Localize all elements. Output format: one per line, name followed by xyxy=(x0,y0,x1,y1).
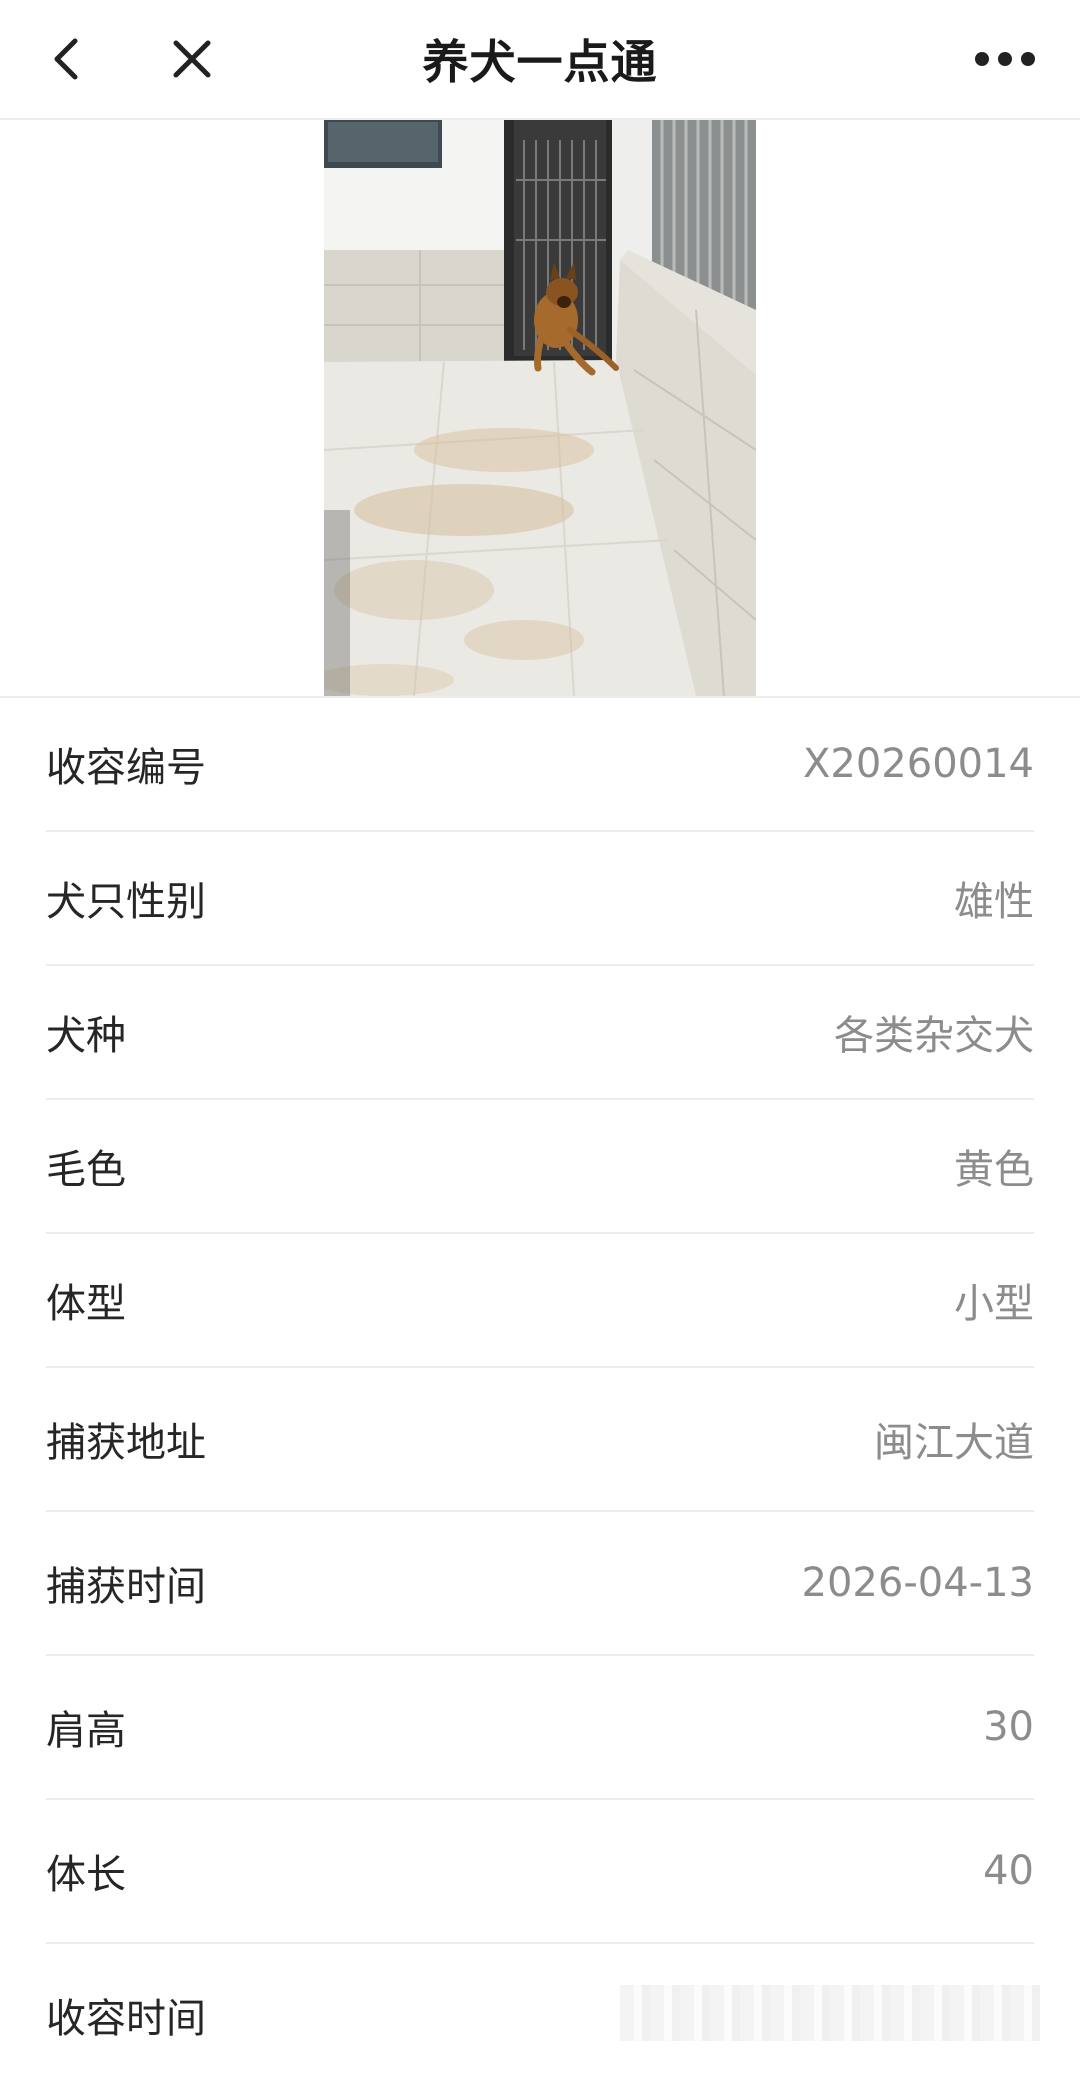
detail-label: 捕获时间 xyxy=(46,1564,206,1610)
detail-value: 2026-04-13 xyxy=(801,1560,1034,1606)
detail-label: 犬只性别 xyxy=(46,879,206,925)
photo-section xyxy=(0,120,1080,698)
detail-value: 各类杂交犬 xyxy=(834,1013,1034,1059)
chevron-left-icon xyxy=(54,38,78,80)
detail-value: 小型 xyxy=(954,1281,1034,1327)
detail-row-body-length: 体长 40 xyxy=(46,1800,1034,1944)
dog-detail-list: 收容编号 X20260014 犬只性别 雄性 犬种 各类杂交犬 毛色 黄色 体型… xyxy=(0,698,1080,2086)
detail-value: 30 xyxy=(983,1704,1034,1750)
detail-row-breed: 犬种 各类杂交犬 xyxy=(46,966,1034,1100)
detail-row-coat-color: 毛色 黄色 xyxy=(46,1100,1034,1234)
close-icon xyxy=(173,40,211,78)
detail-value: 闽江大道 xyxy=(874,1420,1034,1466)
close-button[interactable] xyxy=(157,24,227,94)
detail-value: 40 xyxy=(983,1848,1034,1894)
detail-row-capture-time: 捕获时间 2026-04-13 xyxy=(46,1512,1034,1656)
detail-label: 犬种 xyxy=(46,1013,126,1059)
detail-label: 肩高 xyxy=(46,1708,126,1754)
more-button[interactable] xyxy=(965,24,1045,94)
detail-value: 黄色 xyxy=(954,1147,1034,1193)
top-navigation-bar: 养犬一点通 xyxy=(0,0,1080,120)
detail-row-shoulder-height: 肩高 30 xyxy=(46,1656,1034,1800)
detail-row-body-size: 体型 小型 xyxy=(46,1234,1034,1368)
detail-row-capture-address: 捕获地址 闽江大道 xyxy=(46,1368,1034,1512)
more-dots-icon xyxy=(975,52,1035,66)
detail-label: 收容时间 xyxy=(46,1996,206,2042)
detail-label: 毛色 xyxy=(46,1147,126,1193)
detail-label: 收容编号 xyxy=(46,745,206,791)
detail-value: X20260014 xyxy=(803,741,1034,787)
detail-value: 雄性 xyxy=(954,879,1034,925)
detail-row-shelter-id: 收容编号 X20260014 xyxy=(46,698,1034,832)
dog-photo[interactable] xyxy=(324,120,756,696)
detail-label: 捕获地址 xyxy=(46,1420,206,1466)
obscured-value xyxy=(620,1985,1040,2041)
back-button[interactable] xyxy=(32,24,102,94)
detail-label: 体长 xyxy=(46,1852,126,1898)
dog-photo-image xyxy=(324,120,756,696)
detail-label: 体型 xyxy=(46,1281,126,1327)
detail-row-gender: 犬只性别 雄性 xyxy=(46,832,1034,966)
